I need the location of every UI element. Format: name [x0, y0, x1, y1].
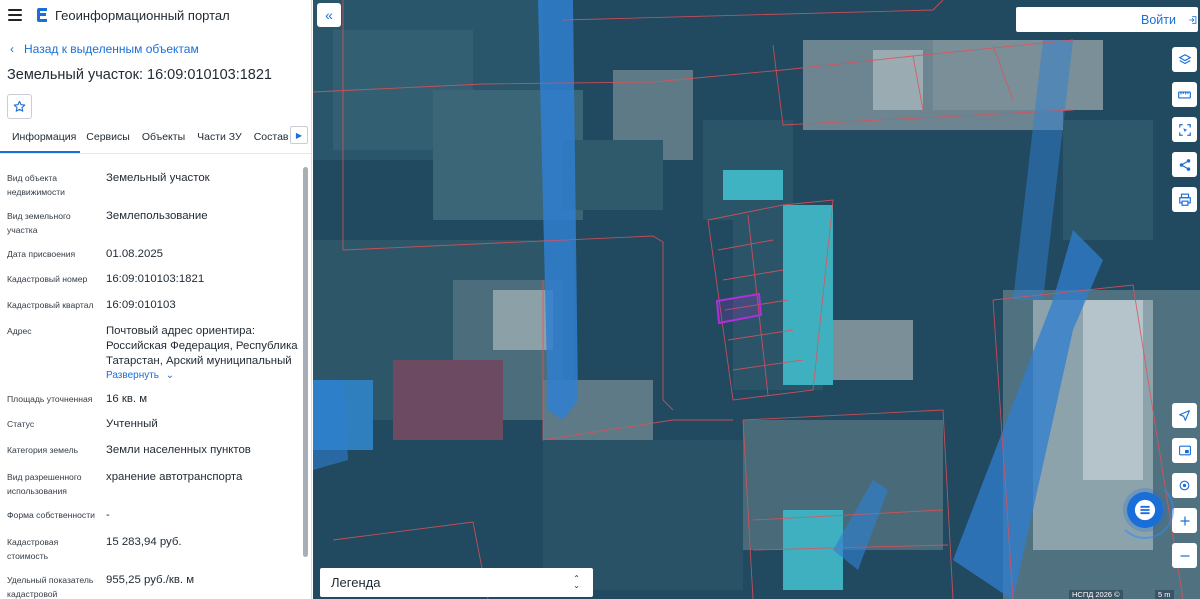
object-info-panel: Геоинформационный портал ‹ Назад к выдел… — [0, 0, 312, 599]
tabs-scroll-right-button[interactable]: ▶ — [290, 126, 308, 144]
login-button[interactable]: Войти — [1141, 13, 1176, 27]
info-value: 01.08.2025 — [106, 248, 164, 260]
info-label: Кадастровый номер — [7, 274, 88, 284]
app-root: Геоинформационный портал ‹ Назад к выдел… — [0, 0, 1200, 599]
measure-button[interactable] — [1172, 82, 1197, 107]
info-value: Учтенный — [106, 418, 158, 430]
print-button[interactable] — [1172, 187, 1197, 212]
login-arrow-icon[interactable] — [1188, 12, 1198, 28]
info-label: Кадастровый квартал — [7, 300, 94, 310]
info-label: Вид земельного участка — [7, 211, 71, 235]
tab-bar: Информация Сервисы Объекты Части ЗУ Сост… — [0, 126, 311, 154]
info-label: Удельный показатель кадастровой — [7, 575, 94, 599]
legend-label: Легенда — [331, 575, 381, 590]
info-label: Кадастровая стоимость — [7, 537, 59, 561]
expand-address-link[interactable]: Развернуть ⌄ — [106, 370, 174, 381]
star-icon — [13, 100, 26, 112]
tab-composition[interactable]: Состав — [248, 129, 295, 153]
scrollbar-thumb[interactable] — [303, 167, 308, 557]
select-area-button[interactable] — [1172, 117, 1197, 142]
select-area-icon — [1178, 123, 1191, 136]
zoom-in-icon — [1180, 516, 1189, 525]
sort-arrows-icon: ⌃ ⌄ — [573, 574, 580, 590]
app-title: Геоинформационный портал — [55, 7, 230, 23]
map-attribution: НСПД 2026 © — [1069, 590, 1123, 599]
info-value: Почтовый адрес ориентира: Российская Фед… — [106, 325, 298, 367]
object-title: Земельный участок: 16:09:010103:1821 — [7, 67, 272, 83]
map-scale: 5 m — [1155, 590, 1174, 599]
ruler-icon — [1178, 91, 1191, 98]
info-label: Вид разрешенного использования — [7, 472, 82, 496]
tab-services[interactable]: Сервисы — [80, 129, 136, 153]
info-value: 16:09:010103:1821 — [106, 273, 205, 285]
expand-label: Развернуть — [106, 370, 160, 381]
chevron-left-icon: ‹ — [10, 42, 14, 56]
info-value: 16:09:010103 — [106, 299, 176, 311]
info-label: Дата присвоения — [7, 249, 76, 259]
info-value: - — [106, 509, 110, 521]
info-label: Статус — [7, 419, 35, 429]
chevron-down-icon: ⌄ — [165, 370, 175, 381]
back-link[interactable]: ‹ Назад к выделенным объектам — [0, 41, 311, 57]
satellite-imagery — [313, 0, 1200, 599]
info-value: хранение автотранспорта — [106, 471, 243, 483]
burger-icon[interactable] — [8, 9, 22, 21]
minimap-button[interactable] — [1172, 438, 1197, 463]
layers-button[interactable] — [1172, 47, 1197, 72]
chat-button[interactable] — [1127, 492, 1163, 528]
caret-right-icon: ▶ — [295, 130, 303, 140]
double-chevron-left-icon: « — [325, 7, 333, 23]
chat-icon — [1134, 499, 1156, 521]
info-label: Форма собственности — [7, 510, 95, 520]
favorite-button[interactable] — [7, 94, 32, 119]
location-arrow-icon — [1179, 410, 1190, 421]
portal-logo-icon — [37, 8, 47, 22]
legend-dropdown[interactable]: Легенда ⌃ ⌄ — [320, 568, 593, 597]
info-list: Вид объекта недвижимости Земельный участ… — [0, 163, 304, 599]
top-bar: Геоинформационный портал — [0, 0, 311, 30]
zoom-out-button[interactable] — [1172, 543, 1197, 568]
info-value: Земельный участок — [106, 172, 210, 184]
info-row-address: Адрес Почтовый адрес ориентира: Российск… — [0, 324, 304, 384]
tab-objects[interactable]: Объекты — [136, 129, 191, 153]
info-label: Вид объекта недвижимости — [7, 173, 65, 197]
layers-icon — [1178, 53, 1191, 64]
info-label: Площадь уточненная — [7, 394, 93, 404]
info-label: Адрес — [7, 326, 32, 336]
geolocation-button[interactable] — [1172, 473, 1197, 498]
info-label: Категория земель — [7, 445, 79, 455]
minimap-icon — [1178, 445, 1191, 456]
tab-parcel-parts[interactable]: Части ЗУ — [191, 129, 248, 153]
info-value: Землепользование — [106, 210, 208, 222]
zoom-in-button[interactable] — [1172, 508, 1197, 533]
back-link-label: Назад к выделенным объектам — [24, 42, 199, 56]
info-value: Земли населенных пунктов — [106, 444, 251, 456]
share-icon — [1179, 158, 1190, 171]
tab-information[interactable]: Информация — [0, 129, 81, 153]
geolocation-icon — [1179, 480, 1190, 491]
login-bar: Войти — [1016, 7, 1198, 32]
collapse-panel-button[interactable]: « — [317, 3, 341, 27]
navigate-button[interactable] — [1172, 403, 1197, 428]
info-scrollbar[interactable] — [303, 163, 309, 599]
zoom-out-icon — [1180, 554, 1189, 557]
share-button[interactable] — [1172, 152, 1197, 177]
info-value: 16 кв. м — [106, 393, 148, 405]
info-value: 15 283,94 руб. — [106, 536, 182, 548]
print-icon — [1178, 193, 1191, 206]
map-view[interactable]: « Войти Легенда ⌃ ⌄ НСПД 2026 © 5 m — [313, 0, 1200, 599]
info-value: 955,25 руб./кв. м — [106, 574, 195, 586]
